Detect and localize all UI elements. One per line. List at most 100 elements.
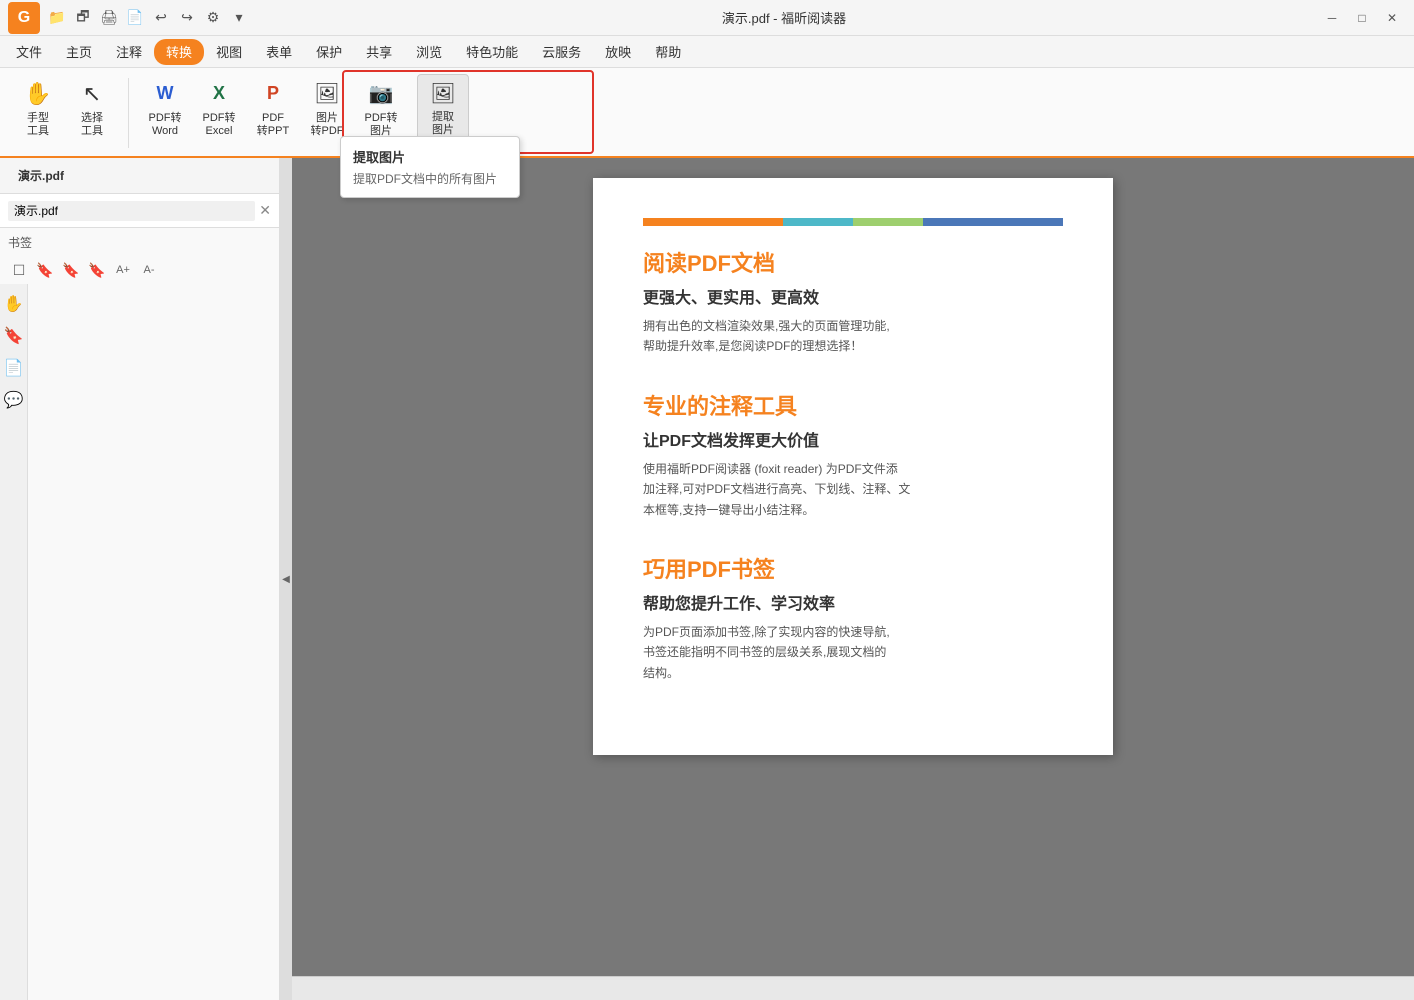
section-annotate: 专业的注释工具 让PDF文档发挥更大价值 使用福昕PDF阅读器 (foxit r… — [643, 389, 1063, 520]
tooltip-title: 提取图片 — [353, 147, 507, 166]
section1-sub: 更强大、更实用、更高效 — [643, 284, 1063, 308]
sidebar-bookmark-bar: 书签 — [0, 228, 279, 256]
logo-button[interactable]: G — [8, 2, 40, 34]
section-bookmark: 巧用PDF书签 帮助您提升工作、学习效率 为PDF页面添加书签,除了实现内容的快… — [643, 552, 1063, 683]
sidebar-filename-input[interactable] — [8, 201, 255, 221]
minimize-button[interactable]: ─ — [1318, 7, 1346, 29]
sidebar-bookmark-icon[interactable]: 🔖 — [2, 324, 26, 348]
stripe-orange — [643, 218, 783, 226]
collapse-arrow-icon: ◀ — [282, 574, 290, 585]
menu-form[interactable]: 表单 — [254, 39, 304, 65]
bottombar — [292, 976, 1414, 1000]
pdf-to-word-label: PDF转Word — [149, 112, 182, 138]
menu-help[interactable]: 帮助 — [643, 39, 693, 65]
sidebar-icon-column: ✋ 🔖 📄 💬 — [0, 284, 28, 1000]
logo-text: G — [18, 9, 30, 27]
select-tool-label: 选择工具 — [81, 112, 103, 138]
sidebar-file-close-button[interactable]: ✕ — [259, 202, 271, 219]
bookmark-label: 书签 — [8, 234, 32, 251]
sidebar-page-icon[interactable]: 📄 — [2, 356, 26, 380]
sidebar-hand-icon[interactable]: ✋ — [2, 292, 26, 316]
pdf-to-word-button[interactable]: W PDF转Word — [139, 74, 191, 142]
ribbon-group-convert: W PDF转Word X PDF转Excel P PDF转PPT 🖼 图片转PD… — [135, 74, 411, 142]
sidebar-tool-3[interactable]: 🔖 — [60, 259, 82, 281]
collapse-handle[interactable]: ◀ — [280, 158, 292, 1000]
section3-sub: 帮助您提升工作、学习效率 — [643, 590, 1063, 614]
sidebar-tool-2[interactable]: 🔖 — [34, 259, 56, 281]
pdf-to-ppt-button[interactable]: P PDF转PPT — [247, 74, 299, 142]
window-icon[interactable]: 🗗 — [72, 7, 94, 29]
open-icon[interactable]: 📁 — [46, 7, 68, 29]
extract-images-label: 提取图片 — [432, 111, 454, 137]
maximize-button[interactable]: □ — [1348, 7, 1376, 29]
window-controls: ─ □ ✕ — [1318, 7, 1406, 29]
menu-view[interactable]: 视图 — [204, 39, 254, 65]
sidebar-tab-active[interactable]: 演示.pdf — [8, 163, 74, 188]
img-to-pdf-label: 图片转PDF — [311, 112, 344, 138]
sidebar-file-bar: ✕ — [0, 194, 279, 228]
doc-icon[interactable]: 📄 — [124, 7, 146, 29]
img-to-pdf-button[interactable]: 🖼 图片转PDF — [301, 74, 353, 142]
pdf-to-excel-button[interactable]: X PDF转Excel — [193, 74, 245, 142]
ribbon-divider-1 — [128, 78, 129, 148]
stripe-green — [853, 218, 923, 226]
stripe-blue — [923, 218, 1063, 226]
section2-heading: 专业的注释工具 — [643, 389, 1063, 421]
section1-body: 拥有出色的文档渲染效果,强大的页面管理功能, 帮助提升效率,是您阅读PDF的理想… — [643, 316, 1063, 357]
pdf-viewer: 阅读PDF文档 更强大、更实用、更高效 拥有出色的文档渲染效果,强大的页面管理功… — [292, 158, 1414, 976]
ribbon-group-extract: 🖼 提取图片 — [413, 74, 473, 142]
menu-convert[interactable]: 转换 — [154, 39, 204, 65]
pdf-to-img-button[interactable]: 📷 PDF转图片 — [355, 74, 407, 142]
sidebar-body: ✋ 🔖 📄 💬 — [0, 284, 279, 1000]
settings-icon[interactable]: ⚙ — [202, 7, 224, 29]
sidebar-content-area — [28, 284, 279, 1000]
img-to-pdf-icon: 🖼 — [311, 78, 343, 110]
pdf-to-ppt-label: PDF转PPT — [257, 112, 289, 138]
select-tool-button[interactable]: ↖ 选择工具 — [66, 74, 118, 142]
sidebar-tool-1[interactable]: ☐ — [8, 259, 30, 281]
stripe-teal — [783, 218, 853, 226]
pdf-page: 阅读PDF文档 更强大、更实用、更高效 拥有出色的文档渲染效果,强大的页面管理功… — [593, 178, 1113, 755]
menu-annotate[interactable]: 注释 — [104, 39, 154, 65]
pdf-to-img-label: PDF转图片 — [365, 112, 398, 138]
word-icon: W — [149, 78, 181, 110]
sidebar: 演示.pdf ✕ 书签 ☐ 🔖 🔖 🔖 A+ A- ✋ 🔖 📄 💬 — [0, 158, 280, 1000]
close-button[interactable]: ✕ — [1378, 7, 1406, 29]
menu-cloud[interactable]: 云服务 — [530, 39, 593, 65]
down-icon[interactable]: ▾ — [228, 7, 250, 29]
main-area: 演示.pdf ✕ 书签 ☐ 🔖 🔖 🔖 A+ A- ✋ 🔖 📄 💬 — [0, 158, 1414, 1000]
hand-icon: ✋ — [22, 78, 54, 110]
menu-protect[interactable]: 保护 — [304, 39, 354, 65]
menu-home[interactable]: 主页 — [54, 39, 104, 65]
section-read-pdf: 阅读PDF文档 更强大、更实用、更高效 拥有出色的文档渲染效果,强大的页面管理功… — [643, 246, 1063, 357]
window-title: 演示.pdf - 福昕阅读器 — [256, 8, 1312, 27]
ribbon: ✋ 手型工具 ↖ 选择工具 W PDF转Word X PDF转Excel P P… — [0, 68, 1414, 158]
extract-images-button[interactable]: 🖼 提取图片 — [417, 74, 469, 142]
sidebar-toolbar: ☐ 🔖 🔖 🔖 A+ A- — [0, 256, 279, 284]
menu-share[interactable]: 共享 — [354, 39, 404, 65]
section2-body: 使用福昕PDF阅读器 (foxit reader) 为PDF文件添 加注释,可对… — [643, 459, 1063, 520]
menu-present[interactable]: 放映 — [593, 39, 643, 65]
ribbon-group-tools: ✋ 手型工具 ↖ 选择工具 — [8, 74, 122, 142]
sidebar-tool-a-minus[interactable]: A- — [138, 259, 160, 281]
section1-heading: 阅读PDF文档 — [643, 246, 1063, 278]
sidebar-comment-icon[interactable]: 💬 — [2, 388, 26, 412]
menu-browse[interactable]: 浏览 — [404, 39, 454, 65]
tooltip: 提取图片 提取PDF文档中的所有图片 — [340, 136, 520, 198]
sidebar-tab-bar: 演示.pdf — [0, 158, 279, 194]
print-icon[interactable]: 🖨 — [98, 7, 120, 29]
pdf-content-area: 阅读PDF文档 更强大、更实用、更高效 拥有出色的文档渲染效果,强大的页面管理功… — [292, 158, 1414, 1000]
redo-icon[interactable]: ↪ — [176, 7, 198, 29]
undo-icon[interactable]: ↩ — [150, 7, 172, 29]
menu-features[interactable]: 特色功能 — [454, 39, 530, 65]
excel-icon: X — [203, 78, 235, 110]
pdf-to-img-icon: 📷 — [365, 78, 397, 110]
titlebar: G 📁 🗗 🖨 📄 ↩ ↪ ⚙ ▾ 演示.pdf - 福昕阅读器 ─ □ ✕ — [0, 0, 1414, 36]
section2-sub: 让PDF文档发挥更大价值 — [643, 427, 1063, 451]
sidebar-tool-a-plus[interactable]: A+ — [112, 259, 134, 281]
hand-tool-button[interactable]: ✋ 手型工具 — [12, 74, 64, 142]
extract-img-icon: 🖼 — [427, 79, 459, 109]
menu-file[interactable]: 文件 — [4, 39, 54, 65]
sidebar-tool-4[interactable]: 🔖 — [86, 259, 108, 281]
color-stripe — [643, 218, 1063, 226]
